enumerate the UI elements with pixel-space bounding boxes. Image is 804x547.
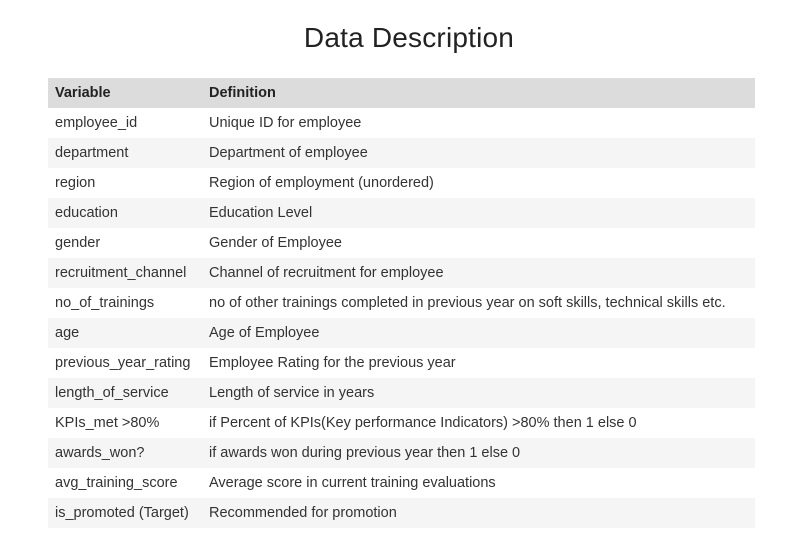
header-definition: Definition xyxy=(202,78,755,108)
definition-cell: Channel of recruitment for employee xyxy=(202,258,755,288)
definition-cell: Unique ID for employee xyxy=(202,108,755,138)
table-row: department Department of employee xyxy=(48,138,755,168)
variable-cell: age xyxy=(48,318,202,348)
variable-cell: no_of_trainings xyxy=(48,288,202,318)
table-row: gender Gender of Employee xyxy=(48,228,755,258)
variable-cell: department xyxy=(48,138,202,168)
table-row: avg_training_score Average score in curr… xyxy=(48,468,755,498)
table-row: recruitment_channel Channel of recruitme… xyxy=(48,258,755,288)
header-variable: Variable xyxy=(48,78,202,108)
definition-cell: Average score in current training evalua… xyxy=(202,468,755,498)
definition-cell: Employee Rating for the previous year xyxy=(202,348,755,378)
definition-cell: Department of employee xyxy=(202,138,755,168)
definition-cell: no of other trainings completed in previ… xyxy=(202,288,755,318)
variable-cell: KPIs_met >80% xyxy=(48,408,202,438)
definition-cell: Gender of Employee xyxy=(202,228,755,258)
definition-cell: Education Level xyxy=(202,198,755,228)
table-row: length_of_service Length of service in y… xyxy=(48,378,755,408)
definition-cell: if awards won during previous year then … xyxy=(202,438,755,468)
data-description-table: Variable Definition employee_id Unique I… xyxy=(48,78,755,528)
table-row: KPIs_met >80% if Percent of KPIs(Key per… xyxy=(48,408,755,438)
page-title: Data Description xyxy=(303,22,515,53)
definition-cell: Region of employment (unordered) xyxy=(202,168,755,198)
table-row: no_of_trainings no of other trainings co… xyxy=(48,288,755,318)
table-row: region Region of employment (unordered) xyxy=(48,168,755,198)
table-row: education Education Level xyxy=(48,198,755,228)
variable-cell: avg_training_score xyxy=(48,468,202,498)
table-row: previous_year_rating Employee Rating for… xyxy=(48,348,755,378)
variable-cell: employee_id xyxy=(48,108,202,138)
variable-cell: education xyxy=(48,198,202,228)
variable-cell: region xyxy=(48,168,202,198)
table-row: employee_id Unique ID for employee xyxy=(48,108,755,138)
variable-cell: is_promoted (Target) xyxy=(48,498,202,528)
definition-cell: Recommended for promotion xyxy=(202,498,755,528)
variable-cell: previous_year_rating xyxy=(48,348,202,378)
table-row: awards_won? if awards won during previou… xyxy=(48,438,755,468)
table-header-row: Variable Definition xyxy=(48,78,755,108)
table-row: age Age of Employee xyxy=(48,318,755,348)
definition-cell: Age of Employee xyxy=(202,318,755,348)
table-row: is_promoted (Target) Recommended for pro… xyxy=(48,498,755,528)
variable-cell: awards_won? xyxy=(48,438,202,468)
variable-cell: gender xyxy=(48,228,202,258)
definition-cell: if Percent of KPIs(Key performance Indic… xyxy=(202,408,755,438)
variable-cell: recruitment_channel xyxy=(48,258,202,288)
variable-cell: length_of_service xyxy=(48,378,202,408)
definition-cell: Length of service in years xyxy=(202,378,755,408)
